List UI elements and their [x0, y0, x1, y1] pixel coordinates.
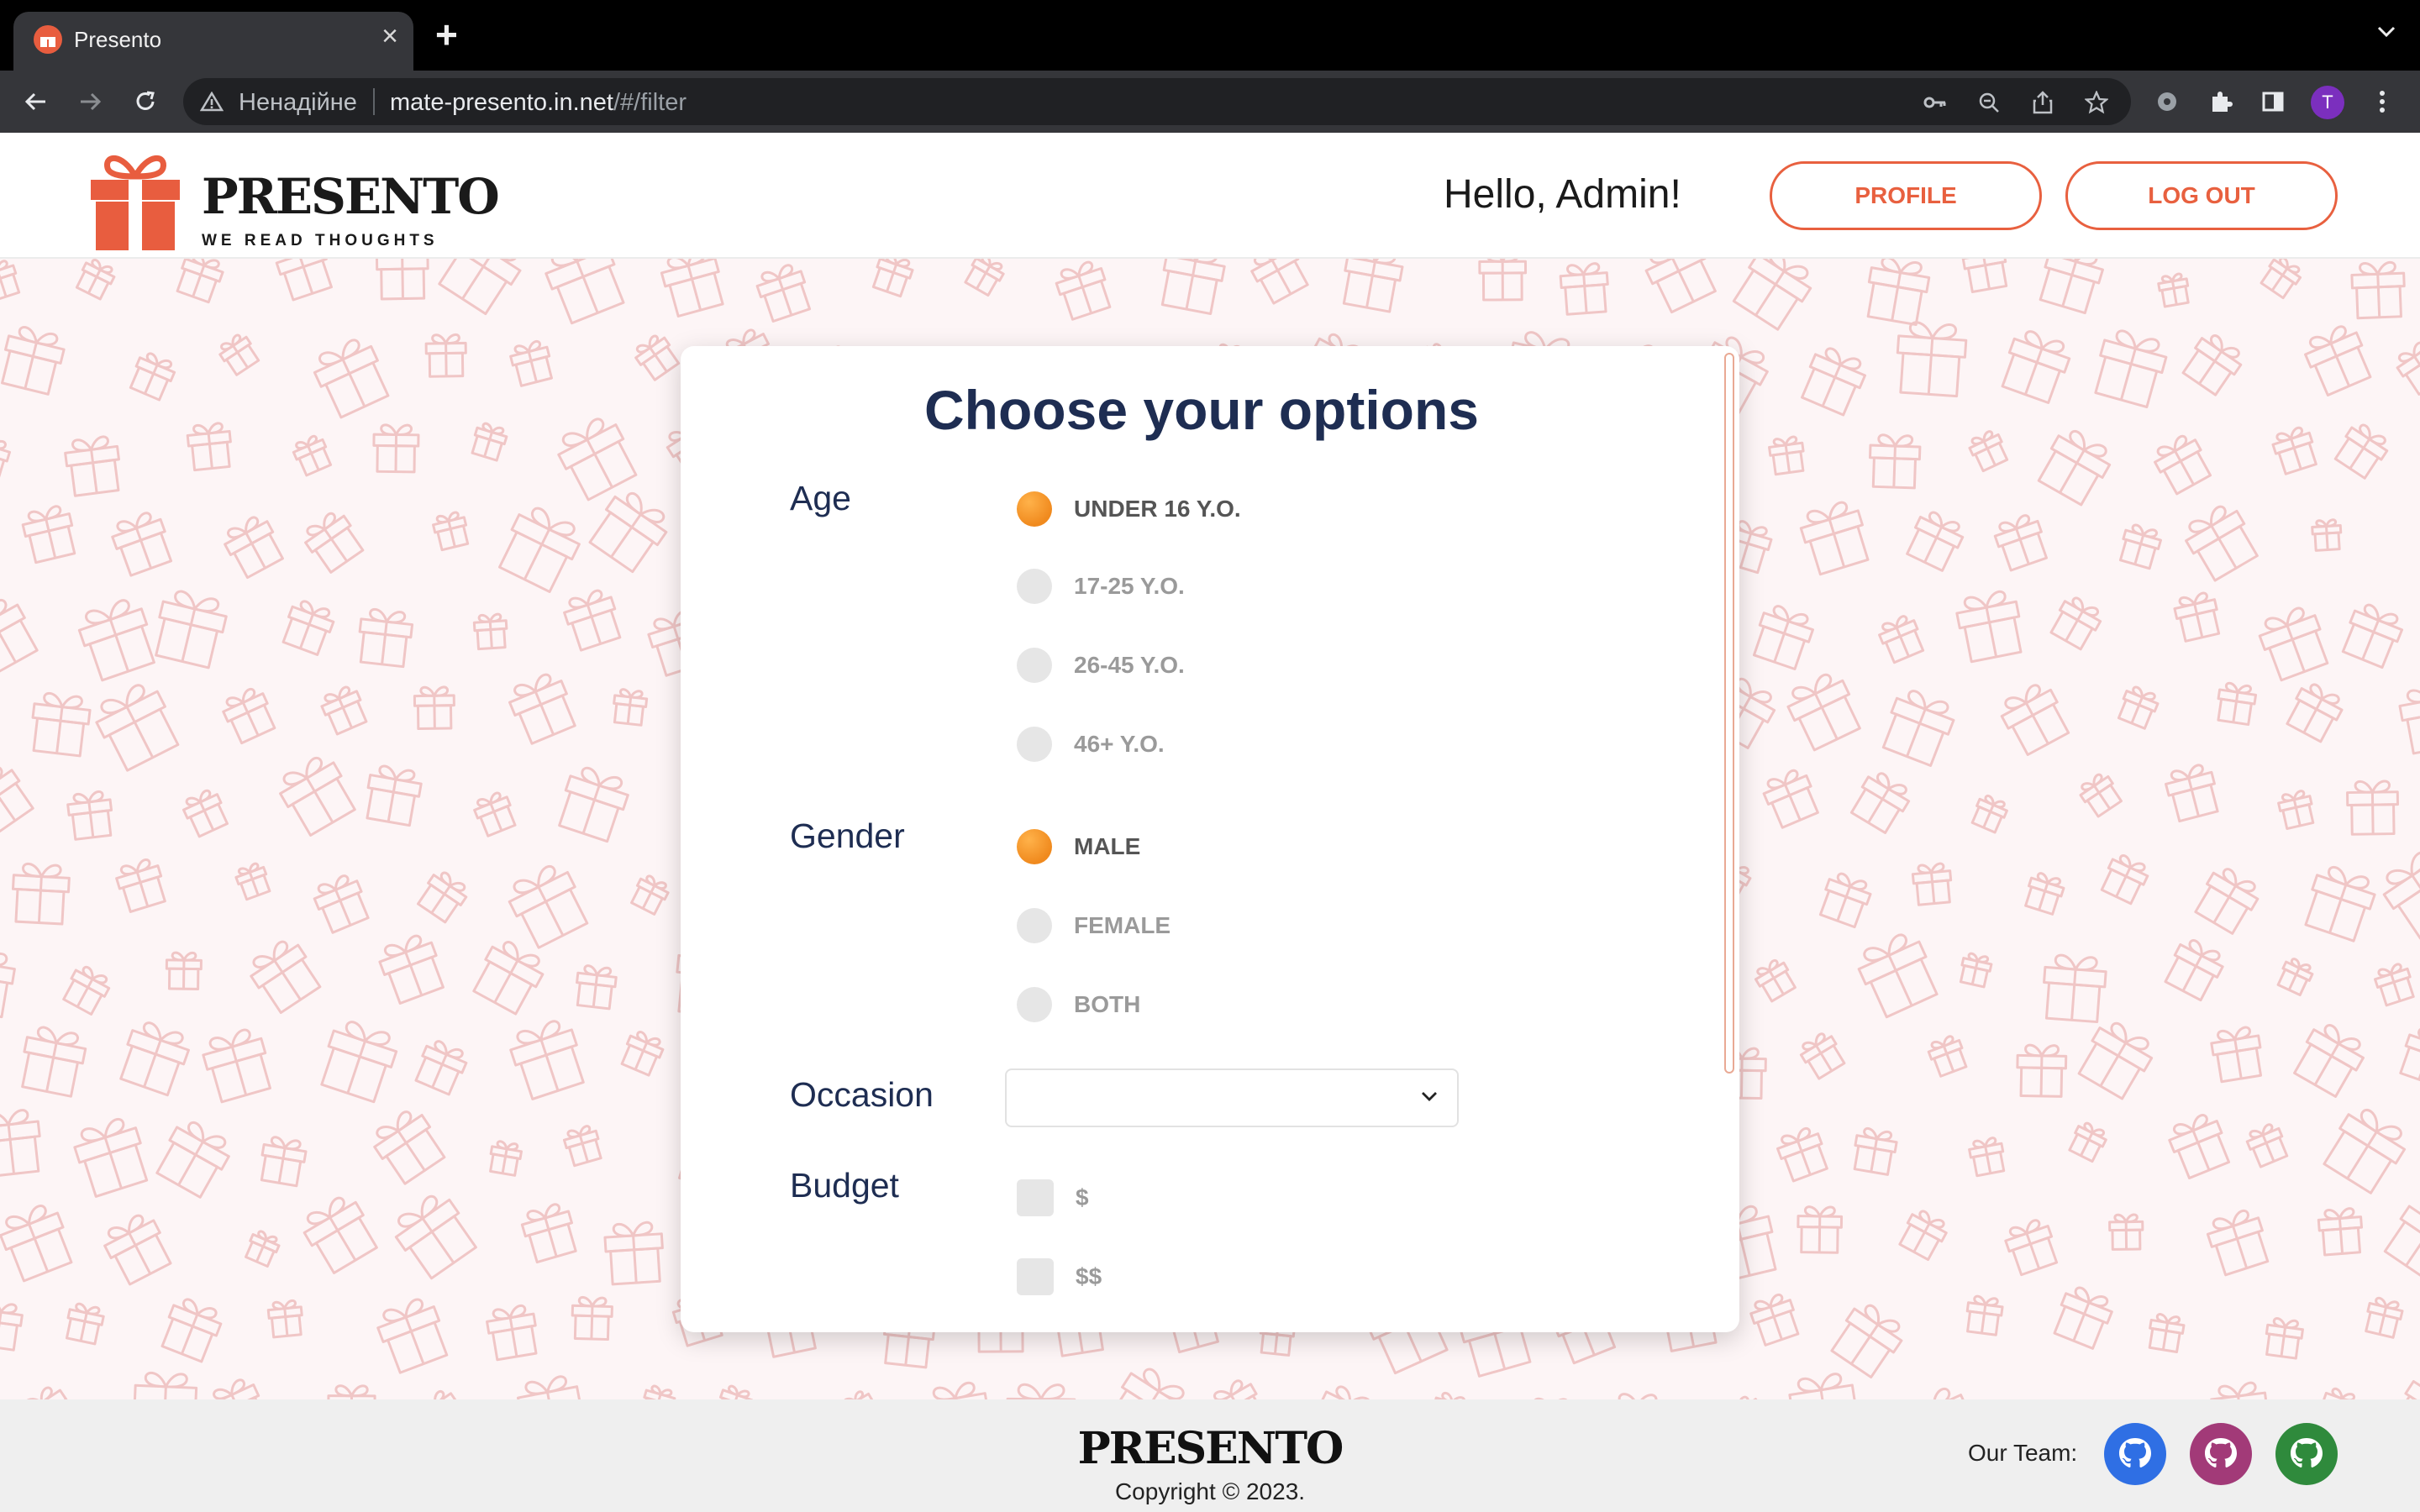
option-label: BOTH	[1074, 991, 1141, 1017]
warning-icon[interactable]	[199, 91, 224, 116]
radio-button[interactable]	[1017, 908, 1052, 943]
filter-card: Choose your options Age UNDER 16 Y.O. 17…	[681, 346, 1739, 1332]
gender-option-both[interactable]: BOTH	[1017, 986, 1140, 1023]
presento-logo[interactable]: PRESENTO WE READ THOUGHTS	[89, 144, 500, 254]
extension-icon[interactable]	[2151, 86, 2183, 118]
budget-option-2[interactable]: $$	[1017, 1258, 1102, 1295]
budget-option-1[interactable]: $	[1017, 1179, 1089, 1216]
budget-label: Budget	[790, 1166, 899, 1205]
chevron-down-icon	[1420, 1090, 1439, 1106]
share-icon[interactable]	[2030, 90, 2055, 115]
gift-favicon-icon	[34, 25, 62, 54]
checkbox[interactable]	[1017, 1179, 1054, 1216]
gender-option-female[interactable]: FEMALE	[1017, 907, 1171, 944]
github-icon[interactable]	[2104, 1423, 2166, 1485]
option-label: 17-25 Y.O.	[1074, 573, 1185, 599]
browser-toolbar: Ненадійне mate-presento.in.net/#/filter …	[0, 71, 2420, 133]
avatar-initial: T	[2322, 92, 2333, 113]
brand-tagline: WE READ THOUGHTS	[202, 232, 439, 249]
age-option-26-45[interactable]: 26-45 Y.O.	[1017, 647, 1185, 684]
chevron-down-icon[interactable]	[2376, 25, 2396, 43]
new-tab-icon[interactable]: +	[435, 15, 458, 54]
reload-icon[interactable]	[129, 86, 161, 118]
tab-title: Presento	[74, 27, 162, 52]
side-panel-icon[interactable]	[2257, 86, 2289, 118]
occasion-select[interactable]	[1005, 1068, 1459, 1127]
age-option-17-25[interactable]: 17-25 Y.O.	[1017, 568, 1185, 605]
form-title: Choose your options	[924, 379, 1479, 441]
option-label: $	[1076, 1184, 1089, 1210]
greeting-text: Hello, Admin!	[1444, 172, 1681, 217]
site-footer: PRESENTO Copyright © 2023. Our Team:	[0, 1399, 2420, 1512]
gift-logo-icon	[91, 155, 180, 250]
age-option-under-16[interactable]: UNDER 16 Y.O.	[1017, 491, 1241, 528]
gender-option-male[interactable]: MALE	[1017, 828, 1140, 865]
puzzle-extensions-icon[interactable]	[2205, 86, 2237, 118]
divider	[373, 88, 375, 115]
option-label: 46+ Y.O.	[1074, 731, 1165, 757]
copyright-text: Copyright © 2023.	[1114, 1478, 1306, 1504]
bookmark-star-icon[interactable]	[2084, 90, 2109, 115]
team-label: Our Team:	[1968, 1440, 2078, 1466]
age-option-46-plus[interactable]: 46+ Y.O.	[1017, 726, 1165, 763]
profile-avatar[interactable]: T	[2311, 86, 2344, 119]
profile-button[interactable]: PROFILE	[1770, 161, 2042, 230]
option-label: FEMALE	[1074, 912, 1171, 938]
more-menu-icon[interactable]	[2366, 86, 2398, 118]
card-scrollbar[interactable]	[1724, 353, 1734, 1074]
browser-tab[interactable]: Presento ×	[13, 12, 413, 71]
occasion-label: Occasion	[790, 1075, 934, 1114]
site-header: PRESENTO WE READ THOUGHTS Hello, Admin! …	[0, 133, 2420, 259]
key-icon[interactable]	[1923, 90, 1948, 115]
logout-button[interactable]: LOG OUT	[2065, 161, 2338, 230]
radio-button[interactable]	[1017, 569, 1052, 604]
radio-button[interactable]	[1017, 491, 1052, 527]
option-label: UNDER 16 Y.O.	[1074, 496, 1241, 522]
address-bar[interactable]: Ненадійне mate-presento.in.net/#/filter	[183, 78, 2131, 125]
option-label: MALE	[1074, 833, 1141, 859]
github-icon[interactable]	[2275, 1423, 2338, 1485]
back-arrow-icon[interactable]	[20, 86, 52, 118]
radio-button[interactable]	[1017, 727, 1052, 762]
gender-label: Gender	[790, 816, 905, 855]
browser-tab-bar: Presento × +	[0, 0, 2420, 71]
option-label: $$	[1076, 1263, 1102, 1289]
checkbox[interactable]	[1017, 1258, 1054, 1295]
zoom-icon[interactable]	[1976, 90, 2002, 115]
close-tab-icon[interactable]: ×	[381, 22, 398, 50]
not-secure-label[interactable]: Ненадійне	[239, 89, 357, 117]
radio-button[interactable]	[1017, 987, 1052, 1022]
forward-arrow-icon[interactable]	[74, 86, 106, 118]
url-text[interactable]: mate-presento.in.net/#/filter	[390, 89, 687, 117]
brand-name: PRESENTO	[202, 168, 500, 225]
radio-button[interactable]	[1017, 648, 1052, 683]
radio-button[interactable]	[1017, 829, 1052, 864]
main-content: Choose your options Age UNDER 16 Y.O. 17…	[0, 259, 2420, 1399]
option-label: 26-45 Y.O.	[1074, 652, 1185, 678]
github-icon[interactable]	[2190, 1423, 2252, 1485]
age-label: Age	[790, 479, 851, 517]
